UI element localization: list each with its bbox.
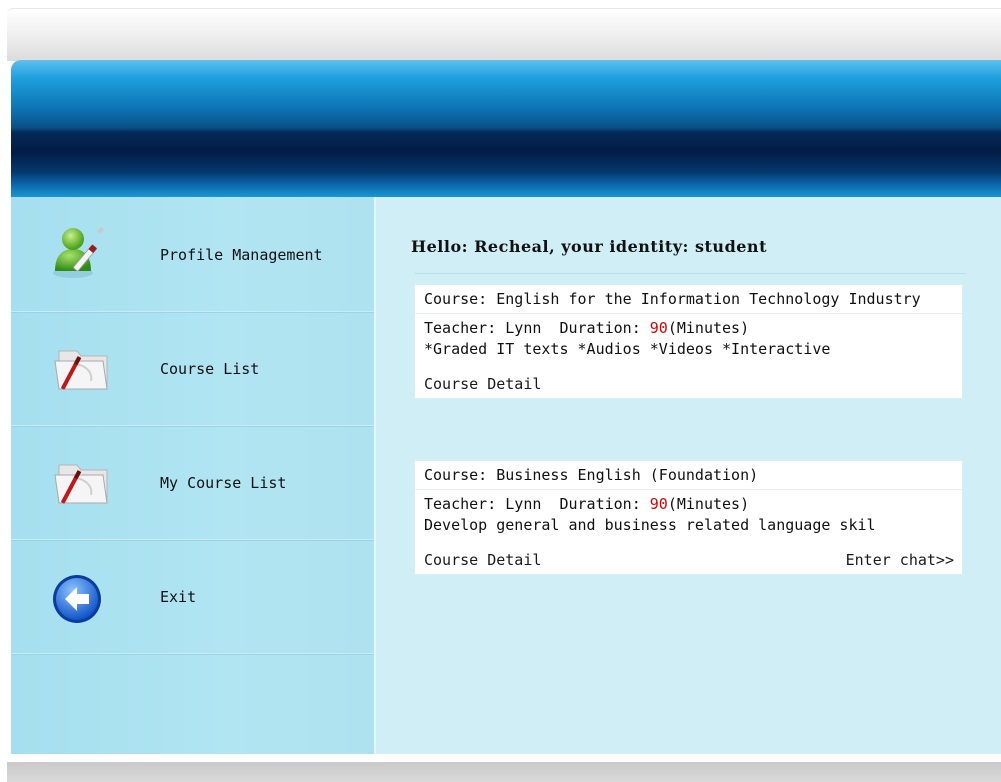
teacher-duration-label: Teacher: Lynn Duration:: [424, 319, 650, 337]
duration-value: 90: [649, 495, 668, 513]
back-arrow-icon: [49, 569, 111, 631]
sidebar-item-label: Course List: [160, 360, 260, 378]
sidebar-item-my-course-list[interactable]: My Course List: [11, 425, 374, 540]
course-info: Teacher: Lynn Duration: 90(Minutes) Deve…: [415, 490, 962, 539]
header-banner: [11, 60, 1001, 197]
greeting-text: Hello: Recheal, your identity: student: [411, 237, 767, 256]
folder-pen-icon: [49, 451, 111, 513]
course-title: Course: English for the Information Tech…: [415, 285, 962, 314]
course-info: Teacher: Lynn Duration: 90(Minutes) *Gra…: [415, 314, 962, 363]
course-actions: Course Detail Enter chat>>: [415, 539, 962, 574]
sidebar-item-course-list[interactable]: Course List: [11, 311, 374, 426]
main-content: Hello: Recheal, your identity: student C…: [376, 197, 1001, 754]
course-card: Course: English for the Information Tech…: [415, 285, 962, 398]
duration-unit: (Minutes): [667, 495, 750, 513]
user-edit-icon: [49, 219, 111, 281]
duration-value: 90: [649, 319, 668, 337]
browser-toolbar: [7, 8, 1001, 61]
course-description: Develop general and business related lan…: [424, 516, 876, 534]
course-description: *Graded IT texts *Audios *Videos *Intera…: [424, 340, 831, 358]
sidebar-item-label: Exit: [160, 588, 197, 606]
sidebar-item-exit[interactable]: Exit: [11, 539, 374, 654]
course-actions: Course Detail: [415, 363, 962, 398]
course-title: Course: Business English (Foundation): [415, 461, 962, 490]
sidebar: Profile Management Course List My Course…: [11, 197, 376, 754]
sidebar-item-profile-management[interactable]: Profile Management: [11, 197, 374, 312]
sidebar-item-label: My Course List: [160, 474, 287, 492]
course-detail-link[interactable]: Course Detail: [424, 374, 541, 395]
enter-chat-link[interactable]: Enter chat>>: [846, 550, 954, 571]
sidebar-empty-area: [11, 653, 374, 754]
sidebar-item-label: Profile Management: [160, 246, 323, 264]
bottom-bar: [7, 762, 1001, 782]
course-card: Course: Business English (Foundation) Te…: [415, 461, 962, 574]
folder-pen-icon: [49, 337, 111, 399]
app-frame: Profile Management Course List My Course…: [11, 60, 1001, 762]
divider: [415, 273, 966, 274]
duration-unit: (Minutes): [667, 319, 750, 337]
course-detail-link[interactable]: Course Detail: [424, 550, 541, 571]
teacher-duration-label: Teacher: Lynn Duration:: [424, 495, 650, 513]
